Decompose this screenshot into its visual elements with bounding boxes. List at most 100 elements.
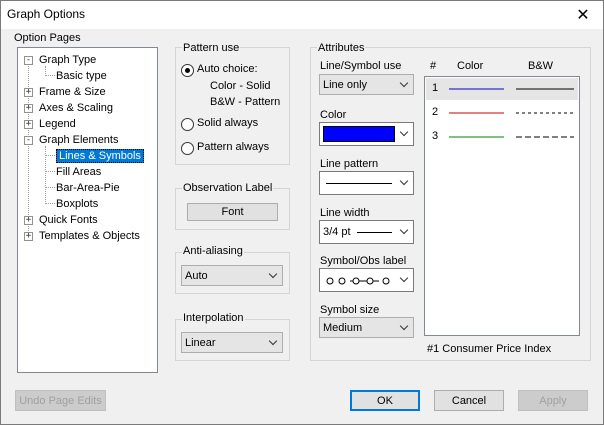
line-symbol-use-value: Line only [323,78,368,91]
chevron-down-icon [400,322,409,331]
series-number: 3 [432,130,439,142]
expand-icon[interactable]: + [24,120,33,129]
expand-icon[interactable]: + [24,104,33,113]
cancel-button-label: Cancel [451,394,487,407]
expand-icon[interactable]: + [24,88,33,97]
tree-item[interactable]: Graph Elements [39,132,118,148]
chevron-down-icon [269,337,278,346]
list-header-color: Color [457,60,484,72]
expand-icon[interactable]: + [24,232,33,241]
chevron-down-icon [269,270,278,279]
symbol-size-select[interactable]: Medium [319,317,414,338]
tree-item-label: Graph Type [39,54,97,66]
tree-item-label: Quick Fonts [39,214,98,226]
line-width-label: Line width [320,207,370,219]
interpolation-select[interactable]: Linear [181,332,283,353]
pattern-always-radio[interactable] [181,142,194,155]
option-pages-tree[interactable]: - Graph Type Basic type + Frame & Size + Axes … [17,47,158,373]
tree-connector [45,75,55,76]
tree-item-label: Graph Elements [39,134,119,146]
graph-options-dialog: Graph Options ✕ Option Pages - Graph Type… [0,0,604,425]
close-icon: ✕ [576,7,590,24]
tree-item-label: Frame & Size [39,86,106,98]
tree-connector [45,187,55,188]
pattern-always-label: Pattern always [197,141,270,153]
auto-choice-bw-text: B&W - Pattern [210,96,281,108]
tree-item-label: Templates & Objects [39,230,140,242]
tree-item-label: Boxplots [56,198,99,210]
tree-item[interactable]: Quick Fonts [39,212,98,228]
tree-item[interactable]: Legend [39,116,76,132]
undo-page-edits-label: Undo Page Edits [19,394,102,407]
line-symbol-use-label: Line/Symbol use [320,60,402,72]
line-width-preview [357,232,392,233]
anti-aliasing-value: Auto [185,269,208,282]
tree-item[interactable]: Lines & Symbols [56,148,144,164]
chevron-down-icon [400,226,409,235]
chevron-down-icon [400,128,409,137]
tree-item[interactable]: Bar-Area-Pie [56,180,120,196]
tree-item-label: Legend [39,118,76,130]
symbol-size-label: Symbol size [320,304,380,316]
line-symbol-use-select[interactable]: Line only [319,74,414,95]
apply-button[interactable]: Apply [518,390,588,411]
auto-choice-color-text: Color - Solid [210,80,271,92]
list-header-bw: B&W [528,60,554,72]
series-line-preview [449,88,574,90]
attributes-label: Attributes [317,42,366,54]
line-pattern-select[interactable] [319,171,414,195]
auto-choice-radio[interactable] [181,64,194,77]
interpolation-label: Interpolation [182,312,245,324]
ok-button[interactable]: OK [350,390,420,411]
tree-item[interactable]: Templates & Objects [39,228,140,244]
series-list[interactable]: 1 2 3 [424,76,580,336]
series-row[interactable]: 1 [426,78,578,100]
line-width-select[interactable]: 3/4 pt [319,220,414,244]
series-number: 2 [432,106,439,118]
chevron-down-icon [400,274,409,283]
window-title: Graph Options [7,7,86,21]
color-swatch [323,126,395,142]
series-row[interactable]: 2 [426,102,578,124]
tree-item-label: Fill Areas [56,166,102,178]
tree-item[interactable]: Basic type [56,68,107,84]
series-row[interactable]: 3 [426,126,578,148]
series-number: 1 [432,82,439,94]
close-button[interactable]: ✕ [563,1,603,29]
tree-item[interactable]: Axes & Scaling [39,100,113,116]
title-bar: Graph Options ✕ [1,1,603,29]
tree-item-label: Bar-Area-Pie [56,182,120,194]
pattern-use-label: Pattern use [182,42,241,54]
collapse-icon[interactable]: - [24,136,33,145]
font-button[interactable]: Font [187,203,278,221]
chevron-down-icon [400,79,409,88]
auto-choice-label: Auto choice: [197,63,258,75]
font-button-label: Font [221,206,244,218]
observation-label-title: Observation Label [182,182,274,194]
solid-always-radio[interactable] [181,118,194,131]
tree-item[interactable]: Fill Areas [56,164,101,180]
series-caption: #1 Consumer Price Index [427,343,552,355]
solid-always-label: Solid always [197,117,259,129]
undo-page-edits-button[interactable]: Undo Page Edits [15,390,106,411]
tree-item-label: Lines & Symbols [56,149,144,163]
collapse-icon[interactable]: - [24,56,33,65]
expand-icon[interactable]: + [24,216,33,225]
list-header-num: # [430,60,437,72]
anti-aliasing-label: Anti-aliasing [182,245,244,257]
symbol-obs-label-select[interactable] [319,268,414,292]
tree-item[interactable]: Frame & Size [39,84,106,100]
option-pages-label: Option Pages [14,32,81,44]
anti-aliasing-select[interactable]: Auto [181,265,283,286]
series-line-preview [449,112,574,114]
line-width-value: 3/4 pt [323,226,351,238]
cancel-button[interactable]: Cancel [434,390,504,411]
symbol-size-value: Medium [323,321,363,334]
tree-connector [45,203,55,204]
solid-line-pattern-preview [326,183,392,184]
color-label: Color [320,109,347,121]
color-select[interactable] [319,122,414,146]
tree-item[interactable]: Boxplots [56,196,98,212]
tree-item[interactable]: Graph Type [39,52,96,68]
symbol-obs-label-label: Symbol/Obs label [320,255,407,267]
